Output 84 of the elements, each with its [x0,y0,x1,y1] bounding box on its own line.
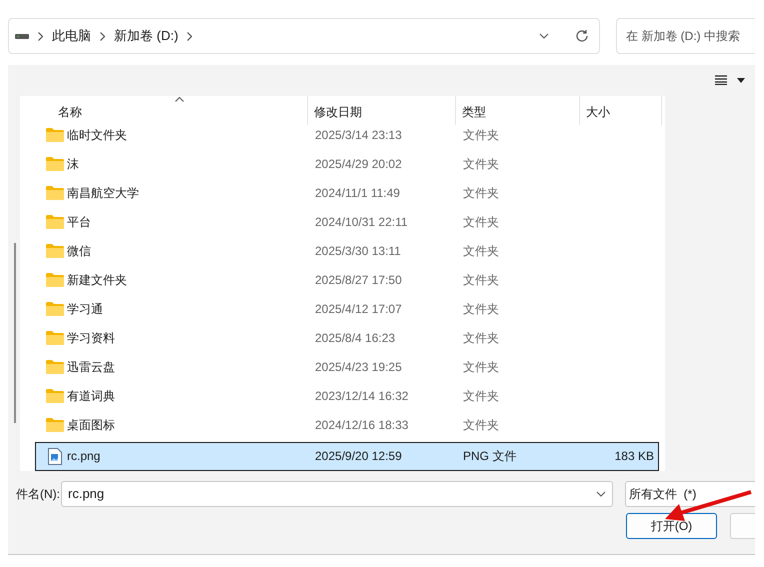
address-bar[interactable]: 此电脑 新加卷 (D:) [8,18,600,54]
column-header[interactable]: 名称 [20,96,308,125]
view-list-icon[interactable] [715,75,727,86]
modified-date: 2024/11/1 11:49 [315,186,400,200]
folder-icon [46,331,64,346]
file-row[interactable]: 新建文件夹 2025/8/27 17:50 文件夹 [35,266,659,295]
sort-up-icon [175,97,184,102]
file-type: 文件夹 [463,360,499,374]
file-type: 文件夹 [463,128,499,142]
breadcrumb-item[interactable]: 新加卷 (D:) [114,26,178,46]
folder-icon [46,389,64,404]
file-type: 文件夹 [463,389,499,404]
file-name: 平台 [67,214,91,232]
folder-icon [46,128,64,142]
file-row[interactable]: 南昌航空大学 2024/11/1 11:49 文件夹 [35,178,659,208]
file-name: 桌面图标 [67,417,115,434]
file-name: rc.png [67,448,100,466]
file-type: 文件夹 [463,273,499,288]
folder-icon [46,273,64,288]
file-type: 文件夹 [463,215,499,230]
modified-date: 2025/8/4 16:23 [315,331,396,346]
column-header[interactable]: 类型 [456,96,580,125]
modified-date: 2024/10/31 22:11 [315,215,408,230]
file-type: 文件夹 [463,331,499,346]
scrollbar-thumb[interactable] [14,242,16,423]
refresh-icon[interactable] [575,29,589,43]
image-file-icon [48,448,62,465]
column-header[interactable]: 大小 [580,96,662,125]
file-name: 微信 [67,243,91,260]
file-type: 文件夹 [463,157,499,172]
modified-date: 2024/12/16 18:33 [315,418,408,432]
file-name: 有道词典 [67,388,115,406]
file-name: 沫 [67,156,79,174]
file-name: 南昌航空大学 [67,185,139,202]
modified-date: 2025/4/29 20:02 [315,157,402,172]
folder-icon [46,302,64,316]
filename-value: rc.png [68,484,104,503]
file-name: 学习资料 [67,330,115,348]
file-row[interactable]: 平台 2024/10/31 22:11 文件夹 [35,208,659,237]
file-row[interactable]: 学习通 2025/4/12 17:07 文件夹 [35,294,659,324]
folder-icon [46,360,64,374]
file-type: 文件夹 [463,186,499,200]
filename-field[interactable]: rc.png [61,480,613,507]
file-row[interactable]: 沫 2025/4/29 20:02 文件夹 [35,150,659,179]
search-field[interactable]: 在 新加卷 (D:) 中搜索 [616,18,755,54]
chevron-right-icon [187,32,192,40]
folder-icon [46,244,64,258]
folder-icon [46,157,64,172]
chevron-right-icon [38,32,43,40]
caret-down-icon[interactable] [737,78,745,83]
file-row[interactable]: rc.png 2025/9/20 12:59 PNG 文件 183 KB [35,442,659,471]
file-type: 文件夹 [463,302,499,316]
file-row[interactable]: 迅雷云盘 2025/4/23 19:25 文件夹 [35,352,659,382]
modified-date: 2025/3/14 23:13 [315,128,402,142]
modified-date: 2023/12/14 16:32 [315,389,408,404]
file-row[interactable]: 有道词典 2023/12/14 16:32 文件夹 [35,382,659,411]
file-row[interactable]: 微信 2025/3/30 13:11 文件夹 [35,236,659,266]
chevron-down-icon[interactable] [539,33,549,39]
chevron-right-icon [100,32,105,40]
file-name: 学习通 [67,301,103,318]
file-size: 183 KB [614,449,654,464]
file-type: PNG 文件 [463,449,516,464]
modified-date: 2025/8/27 17:50 [315,273,402,288]
file-type: 文件夹 [463,244,499,258]
column-header[interactable]: 修改日期 [308,96,456,125]
file-row[interactable]: 桌面图标 2024/12/16 18:33 文件夹 [35,410,659,440]
file-type: 文件夹 [463,418,499,432]
drive-icon [15,34,29,38]
file-name: 新建文件夹 [67,272,127,290]
modified-date: 2025/9/20 12:59 [315,449,402,464]
file-name: 临时文件夹 [67,127,127,144]
filename-label: 件名(N): [15,486,60,503]
open-button[interactable]: 打开(O) [626,512,717,539]
file-type-filter[interactable]: 所有文件 (*) [625,480,755,507]
breadcrumb-item[interactable]: 此电脑 [52,26,91,46]
folder-icon [46,186,64,200]
file-name: 迅雷云盘 [67,359,115,376]
modified-date: 2025/4/23 19:25 [315,360,402,374]
folder-icon [46,418,64,432]
chevron-down-icon[interactable] [596,490,606,497]
file-row[interactable]: 学习资料 2025/8/4 16:23 文件夹 [35,324,659,353]
folder-icon [46,215,64,230]
modified-date: 2025/3/30 13:11 [315,244,401,258]
modified-date: 2025/4/12 17:07 [315,302,402,316]
